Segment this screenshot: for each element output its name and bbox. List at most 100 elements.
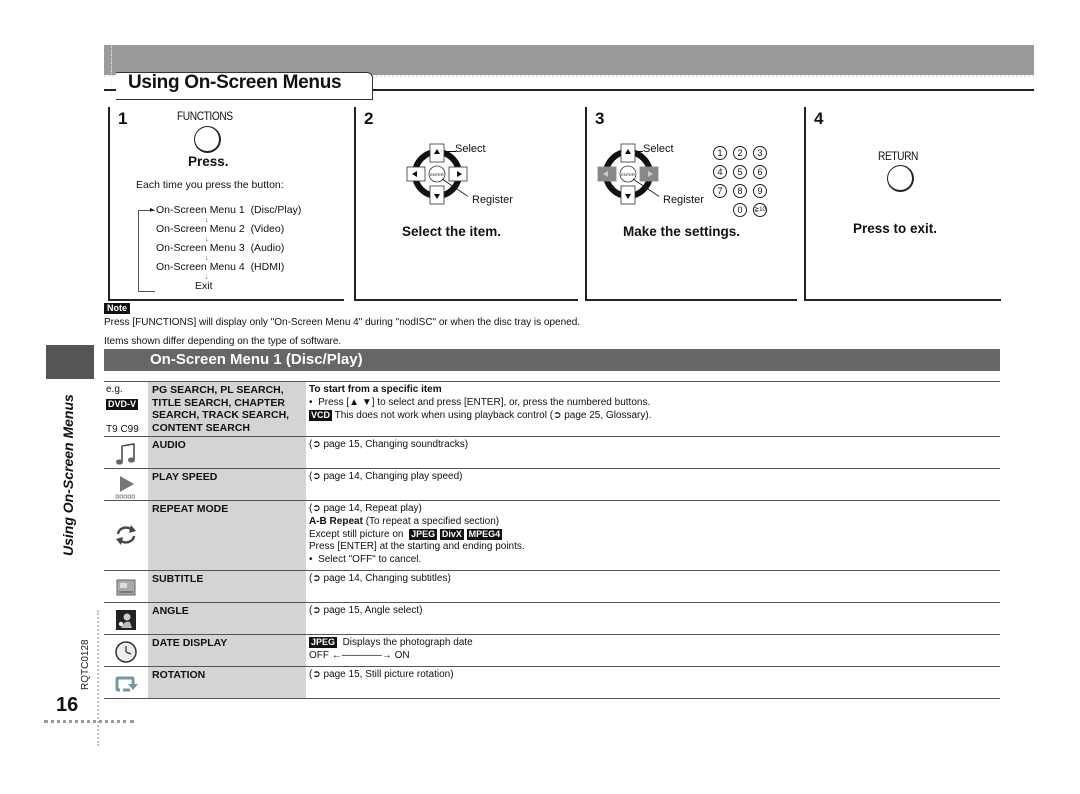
num-button[interactable]: 9: [753, 184, 767, 198]
item-name: ANGLE: [152, 605, 189, 617]
num-button[interactable]: ≧10: [753, 203, 767, 217]
repeat-icon: [116, 525, 136, 545]
table-row: e.g. DVD-V T9 C99 PG SEARCH, PL SEARCH, …: [104, 381, 1000, 437]
step-3: 3 ENTER Select Register 1 2 3 4 5 6 7 8 …: [585, 107, 797, 301]
step-2: 2 ENTER Select Register Select the item.: [354, 107, 578, 301]
divx-badge: DivX: [439, 528, 464, 540]
item-name: SUBTITLE: [152, 573, 204, 585]
cycle-loop-line: [138, 210, 155, 292]
play-speed-icon: [115, 476, 135, 499]
return-button-icon[interactable]: [887, 165, 914, 192]
step-number: 1: [118, 109, 128, 128]
num-button[interactable]: 6: [753, 165, 767, 179]
example-label: e.g.: [106, 384, 123, 395]
functions-button-label: FUNCTIONS: [177, 109, 233, 123]
step-caption: Select the item.: [402, 224, 502, 239]
note-text: Press [FUNCTIONS] will display only "On-…: [104, 317, 581, 328]
table-row: SUBTITLE (➲ page 14, Changing subtitles): [104, 570, 1000, 603]
step-caption: Make the settings.: [623, 224, 741, 239]
note-badge: Note: [104, 303, 130, 314]
dvd-v-badge: DVD-V: [106, 399, 139, 410]
sequence-item: On-Screen Menu 3 (Audio): [156, 242, 285, 254]
down-arrow-icon: ↓: [205, 255, 209, 262]
item-description: JPEG Displays the photograph date OFF ←—…: [309, 637, 473, 661]
item-description: (➲ page 14, Changing play speed): [309, 471, 463, 482]
table-row: DATE DISPLAY JPEG Displays the photograp…: [104, 634, 1000, 667]
sequence-item: On-Screen Menu 4 (HDMI): [156, 261, 285, 273]
num-button[interactable]: 5: [733, 165, 747, 179]
step-caption: Press to exit.: [853, 221, 938, 236]
side-tab-block: [46, 345, 94, 379]
jpeg-badge: JPEG: [309, 637, 338, 648]
functions-button-icon[interactable]: [194, 126, 221, 153]
item-description: (➲ page 14, Changing subtitles): [309, 573, 451, 584]
item-description: To start from a specific item • Press [▲…: [309, 384, 652, 421]
jpeg-badge: JPEG: [409, 528, 438, 540]
toggle-arrow-icon: ←————→: [331, 649, 392, 661]
sequence-item: On-Screen Menu 1 (Disc/Play): [156, 204, 302, 216]
table-row: PLAY SPEED (➲ page 14, Changing play spe…: [104, 468, 1000, 501]
item-name: REPEAT MODE: [152, 503, 229, 515]
select-label: Select: [455, 143, 486, 155]
num-button[interactable]: 8: [733, 184, 747, 198]
decorative-dots: [97, 610, 99, 746]
example-display: T9 C99: [106, 424, 139, 435]
step-number: 4: [814, 109, 824, 128]
num-button[interactable]: 2: [733, 146, 747, 160]
item-name: ROTATION: [152, 669, 206, 681]
step-intro: Each time you press the button:: [136, 179, 284, 191]
step-number: 2: [364, 109, 374, 128]
step-4: 4 RETURN Press to exit.: [804, 107, 1001, 301]
table-row: REPEAT MODE (➲ page 14, Repeat play) A-B…: [104, 500, 1000, 571]
register-label: Register: [663, 194, 704, 206]
item-description: (➲ page 15, Still picture rotation): [309, 669, 454, 680]
items-text: Items shown differ depending on the type…: [104, 336, 342, 347]
step-caption: Press.: [188, 154, 229, 169]
table-row: ANGLE (➲ page 15, Angle select): [104, 602, 1000, 635]
register-label: Register: [472, 194, 513, 206]
decorative-dots: [44, 720, 134, 723]
step-1: 1 FUNCTIONS Press. Each time you press t…: [108, 107, 344, 301]
item-name: PLAY SPEED: [152, 471, 218, 483]
clock-icon: [115, 641, 137, 663]
down-arrow-icon: ↓: [205, 236, 209, 243]
down-arrow-icon: ↓: [205, 274, 209, 281]
music-note-icon: [116, 443, 135, 465]
svg-text:ENTER: ENTER: [621, 172, 635, 177]
vcd-badge: VCD: [309, 409, 333, 421]
sequence-exit: Exit: [195, 280, 213, 292]
item-description: (➲ page 14, Repeat play) A-B Repeat (To …: [309, 503, 525, 566]
num-button[interactable]: 7: [713, 184, 727, 198]
svg-text:ENTER: ENTER: [430, 172, 444, 177]
menu-sequence: On-Screen Menu 1 (Disc/Play) On-Screen M…: [156, 201, 301, 296]
item-description: (➲ page 15, Angle select): [309, 605, 423, 616]
rotation-icon: [115, 676, 138, 692]
page-title: Using On-Screen Menus: [128, 72, 342, 93]
sequence-item: On-Screen Menu 2 (Video): [156, 223, 285, 235]
subtitle-icon: [116, 579, 136, 596]
select-leader: [635, 151, 643, 152]
section-title: On-Screen Menu 1 (Disc/Play): [150, 351, 363, 368]
return-button-label: RETURN: [878, 149, 918, 163]
down-arrow-icon: ↓: [205, 217, 209, 224]
side-title: Using On-Screen Menus: [60, 394, 76, 556]
page-number: 16: [56, 694, 79, 716]
num-button[interactable]: 3: [753, 146, 767, 160]
angle-icon: [116, 610, 136, 630]
header-band: [104, 45, 1034, 75]
num-button[interactable]: 0: [733, 203, 747, 217]
mpeg4-badge: MPEG4: [466, 528, 503, 540]
table-bottom-rule: [104, 698, 1000, 699]
item-name: DATE DISPLAY: [152, 637, 228, 649]
step-number: 3: [595, 109, 605, 128]
item-name: PG SEARCH, PL SEARCH, TITLE SEARCH, CHAP…: [152, 384, 290, 434]
num-button[interactable]: 1: [713, 146, 727, 160]
num-button[interactable]: 4: [713, 165, 727, 179]
table-row: AUDIO (➲ page 15, Changing soundtracks): [104, 436, 1000, 469]
cycle-arrow-icon: ▸: [150, 205, 155, 214]
table-row: ROTATION (➲ page 15, Still picture rotat…: [104, 666, 1000, 699]
select-label: Select: [643, 143, 674, 155]
item-name: AUDIO: [152, 439, 186, 451]
item-description: (➲ page 15, Changing soundtracks): [309, 439, 469, 450]
document-code: RQTC0128: [80, 639, 91, 690]
